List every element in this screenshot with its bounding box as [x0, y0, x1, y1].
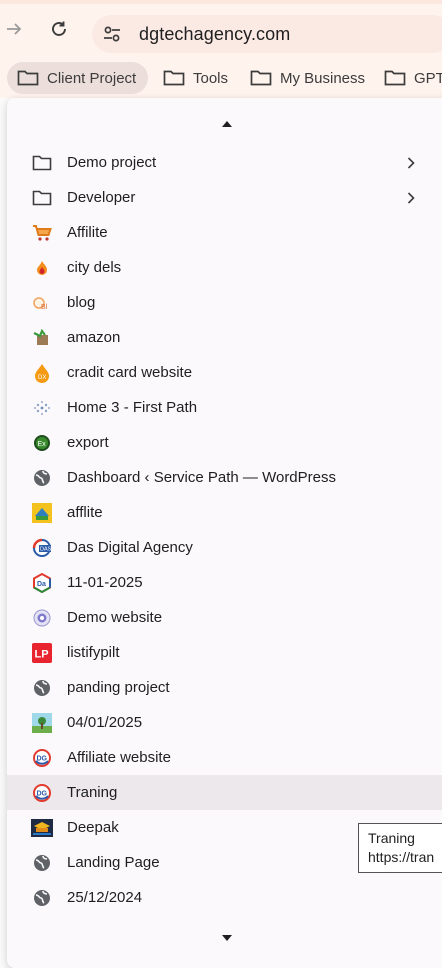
da-hexagon-favicon: Da: [31, 572, 53, 594]
menu-item-label: 25/12/2024: [67, 889, 143, 906]
menu-item-label: Home 3 - First Path: [67, 399, 198, 416]
folder-icon: [384, 70, 406, 86]
forward-arrow-icon[interactable]: [3, 18, 25, 40]
menu-item-label: Demo project: [67, 154, 157, 171]
chevron-right-icon: [405, 155, 417, 171]
menu-item-label: Demo website: [67, 609, 163, 626]
globe-icon: [31, 467, 53, 489]
menu-item-label: Das Digital Agency: [67, 539, 193, 556]
menu-item-label: city dels: [67, 259, 122, 276]
tooltip-title: Traning: [368, 830, 415, 846]
menu-item-label: Deepak: [67, 819, 119, 836]
reload-icon[interactable]: [48, 18, 70, 40]
menu-item-das-digital-agency[interactable]: DAS Das Digital Agency: [7, 530, 442, 565]
menu-item-cradit-card-website[interactable]: DX cradit card website: [7, 355, 442, 390]
globe-icon: [31, 887, 53, 909]
scroll-down-arrow-icon[interactable]: [219, 932, 235, 944]
menu-item-label: Affilite: [67, 224, 108, 241]
menu-item-label: 11-01-2025: [67, 574, 143, 591]
menu-item-affilite[interactable]: Affilite: [7, 215, 442, 250]
menu-item-25-12-2024[interactable]: 25/12/2024: [7, 880, 442, 915]
svg-text:DX: DX: [38, 375, 46, 381]
menu-item-label: cradit card website: [67, 364, 193, 381]
afflite-favicon: [31, 502, 53, 524]
bookmark-folder-gpt[interactable]: GPT: [374, 62, 442, 94]
bookmark-folder-my-business[interactable]: My Business: [240, 62, 377, 94]
svg-text:DAS: DAS: [40, 546, 52, 552]
das-favicon: DAS: [31, 537, 53, 559]
folder-icon: [17, 70, 39, 86]
svg-text:Da: Da: [37, 581, 46, 588]
browser-toolbar: dgtechagency.com: [0, 0, 442, 56]
menu-item-demo-website[interactable]: Demo website: [7, 600, 442, 635]
landscape-favicon: [31, 712, 53, 734]
shopping-cart-favicon: [31, 222, 53, 244]
menu-item-label: Traning: [67, 784, 118, 801]
dg-favicon: DG: [31, 747, 53, 769]
menu-item-export[interactable]: Ex export: [7, 425, 442, 460]
menu-item-label: amazon: [67, 329, 121, 346]
green-circle-favicon: Ex: [31, 432, 53, 454]
svg-text:DG: DG: [37, 755, 48, 762]
bookmark-label: Tools: [193, 69, 229, 87]
address-bar[interactable]: dgtechagency.com: [92, 15, 442, 53]
svg-text:Ex: Ex: [38, 441, 47, 448]
menu-item-label: Developer: [67, 189, 136, 206]
menu-item-label: blog: [67, 294, 96, 311]
menu-item-label: Affiliate website: [67, 749, 171, 766]
purple-circle-favicon: [31, 607, 53, 629]
menu-item-demo-project[interactable]: Demo project: [7, 145, 442, 180]
menu-item-11-01-2025[interactable]: Da 11-01-2025: [7, 565, 442, 600]
menu-item-label: Landing Page: [67, 854, 160, 871]
menu-item-04-01-2025[interactable]: 04/01/2025: [7, 705, 442, 740]
bookmark-label: My Business: [280, 69, 366, 87]
graduation-favicon: [31, 817, 53, 839]
svg-text:DG: DG: [37, 790, 48, 797]
menu-item-city-dels[interactable]: city dels: [7, 250, 442, 285]
chevron-right-icon: [405, 190, 417, 206]
menu-item-dashboard-service-path[interactable]: Dashboard ‹ Service Path — WordPress: [7, 460, 442, 495]
site-info-icon[interactable]: [100, 22, 124, 46]
menu-item-label: 04/01/2025: [67, 714, 143, 731]
menu-item-amazon[interactable]: amazon: [7, 320, 442, 355]
folder-icon: [250, 70, 272, 86]
svg-text:LP: LP: [35, 648, 49, 660]
menu-item-panding-project[interactable]: panding project: [7, 670, 442, 705]
menu-item-label: afflite: [67, 504, 103, 521]
menu-item-affiliate-website[interactable]: DG Affiliate website: [7, 740, 442, 775]
bookmark-folder-client-project[interactable]: Client Project: [7, 62, 149, 94]
svg-text:Bl: Bl: [41, 304, 48, 311]
dg-favicon: DG: [31, 782, 53, 804]
globe-icon: [31, 677, 53, 699]
menu-item-home-3-first-path[interactable]: Home 3 - First Path: [7, 390, 442, 425]
menu-item-traning[interactable]: DG Traning: [7, 775, 442, 810]
folder-icon: [163, 70, 185, 86]
menu-item-afflite[interactable]: afflite: [7, 495, 442, 530]
scroll-up-arrow-icon[interactable]: [219, 118, 235, 130]
bookmark-tooltip: Traning https://tran: [358, 823, 442, 873]
url-text[interactable]: dgtechagency.com: [139, 24, 290, 45]
dots-globe-favicon: [31, 397, 53, 419]
tooltip-url: https://tran: [368, 849, 435, 865]
amazon-favicon: [31, 327, 53, 349]
orange-drop-favicon: DX: [31, 362, 53, 384]
globe-icon: [31, 852, 53, 874]
bookmark-label: GPT: [414, 69, 442, 87]
menu-item-label: panding project: [67, 679, 170, 696]
menu-item-developer[interactable]: Developer: [7, 180, 442, 215]
blog-favicon: Bl: [31, 292, 53, 314]
menu-item-label: export: [67, 434, 109, 451]
lp-favicon: LP: [31, 642, 53, 664]
menu-item-label: Dashboard ‹ Service Path — WordPress: [67, 469, 336, 486]
menu-item-listifypilt[interactable]: LP listifypilt: [7, 635, 442, 670]
folder-icon: [31, 152, 53, 174]
bookmarks-bar: Client Project Tools My Business GPT: [0, 56, 442, 98]
folder-icon: [31, 187, 53, 209]
bookmark-folder-tools[interactable]: Tools: [153, 62, 240, 94]
menu-item-label: listifypilt: [67, 644, 120, 661]
flame-favicon: [31, 257, 53, 279]
bookmark-label: Client Project: [47, 69, 137, 87]
menu-item-blog[interactable]: Bl blog: [7, 285, 442, 320]
